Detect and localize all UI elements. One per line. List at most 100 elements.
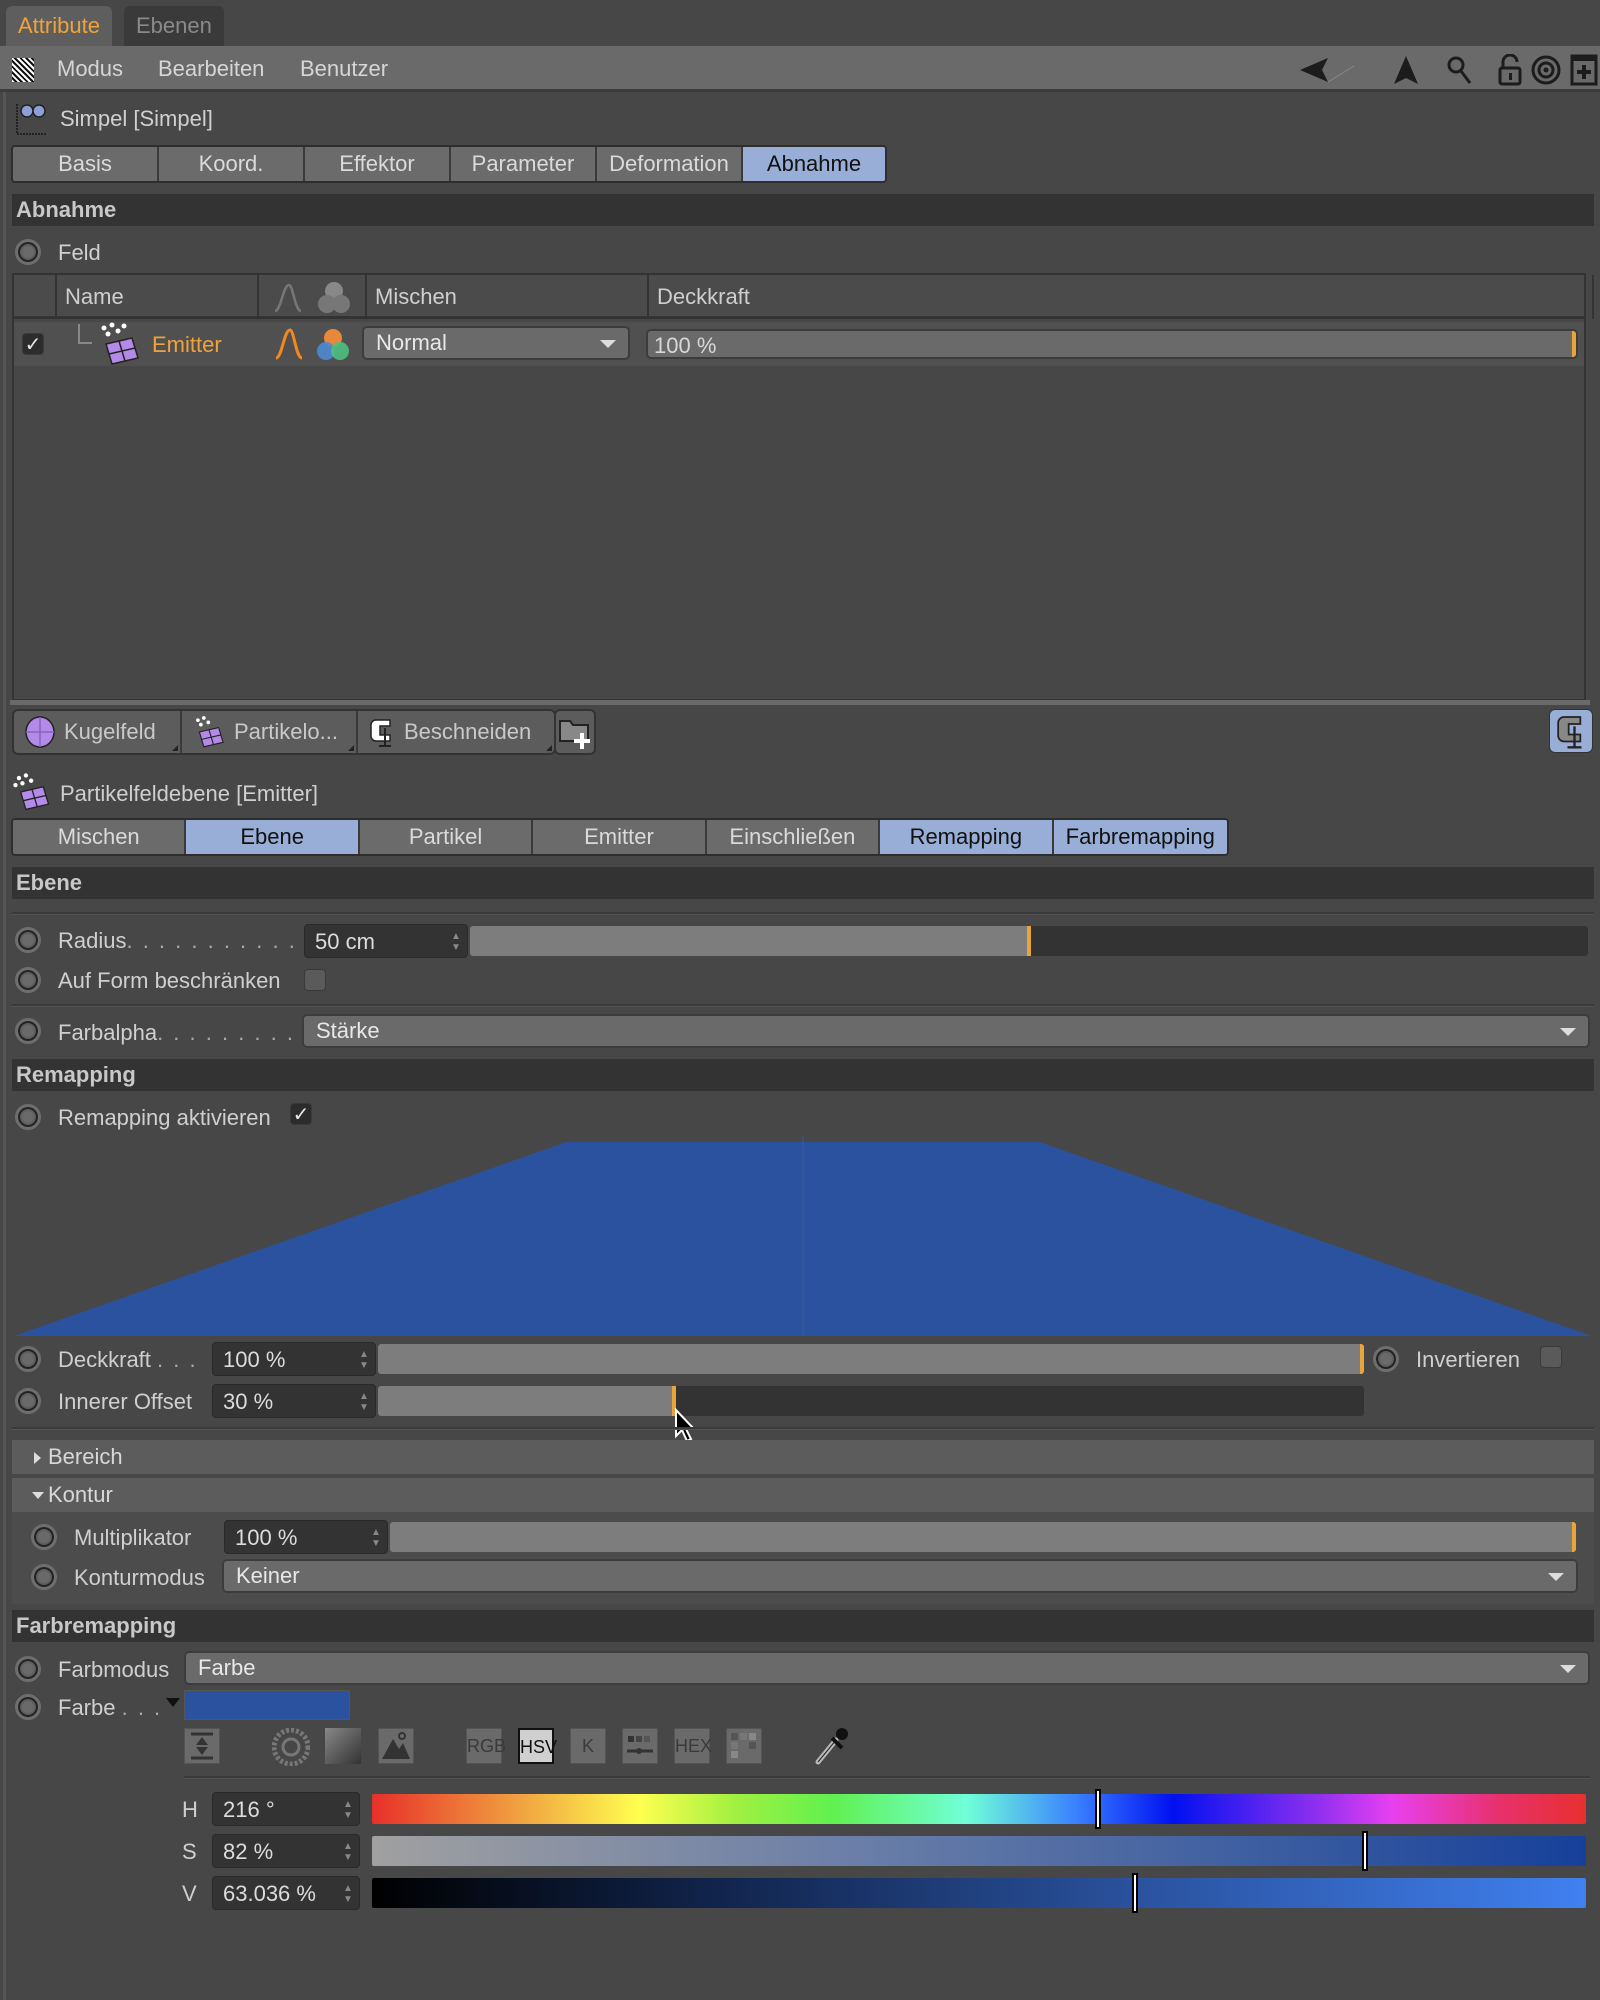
add-folder-button[interactable] (554, 709, 596, 755)
saturation-slider-marker[interactable] (1362, 1831, 1368, 1871)
mode-slider-button[interactable] (622, 1728, 658, 1764)
compact-toggle-button[interactable] (184, 1728, 220, 1764)
animate-radio[interactable] (15, 1018, 41, 1044)
field-list-row[interactable]: ✓ Emitter Normal 100 % (14, 322, 1584, 366)
search-icon[interactable] (1444, 54, 1476, 86)
mode-kelvin-button[interactable]: K (570, 1728, 606, 1764)
layer-partikelobjekt[interactable]: Partikelo... (182, 711, 358, 753)
menu-bearbeiten[interactable]: Bearbeiten (158, 46, 264, 92)
multiplikator-input[interactable]: 100 % ▲ ▼ (224, 1520, 388, 1554)
tab-abnahme[interactable]: Abnahme (743, 147, 885, 181)
konturmodus-dropdown[interactable]: Keiner (222, 1559, 1578, 1593)
animate-radio[interactable] (15, 239, 41, 265)
lock-icon[interactable] (1494, 54, 1526, 86)
color-swatch[interactable] (184, 1690, 350, 1720)
animate-radio[interactable] (15, 927, 41, 953)
innerer-offset-input[interactable]: 30 % ▲ ▼ (212, 1384, 376, 1418)
clamp-toggle-button[interactable] (1549, 709, 1593, 753)
farbmodus-dropdown[interactable]: Farbe (184, 1651, 1590, 1685)
new-panel-icon[interactable] (1570, 54, 1598, 86)
color-spectrum-button[interactable] (325, 1728, 361, 1764)
layer-beschneiden[interactable]: Beschneiden (358, 711, 554, 753)
tab-emitter[interactable]: Emitter (533, 820, 707, 854)
remapping-curve-graph[interactable] (14, 1136, 1592, 1336)
hue-slider[interactable] (372, 1789, 1586, 1829)
invertieren-checkbox[interactable] (1540, 1346, 1562, 1368)
tab-einschliessen[interactable]: Einschließen (706, 820, 881, 854)
mode-rgb-button[interactable]: RGB (466, 1728, 506, 1764)
value-slider-marker[interactable] (1132, 1873, 1138, 1913)
color-menu-arrow-icon[interactable] (166, 1698, 180, 1707)
auf-form-checkbox[interactable] (304, 969, 326, 991)
tab-deformation[interactable]: Deformation (597, 147, 743, 181)
spinner-icon[interactable]: ▲ ▼ (343, 1841, 353, 1863)
tab-farbremapping[interactable]: Farbremapping (1053, 820, 1227, 854)
hue-slider-marker[interactable] (1095, 1789, 1101, 1829)
row-enabled-checkbox[interactable]: ✓ (22, 333, 44, 356)
saturation-slider[interactable] (372, 1831, 1586, 1871)
blend-mode-dropdown[interactable]: Normal (362, 326, 630, 360)
hue-input[interactable]: 216 ° ▲ ▼ (212, 1792, 360, 1826)
grip-icon[interactable] (12, 58, 34, 82)
image-picker-button[interactable] (378, 1728, 414, 1764)
tab-basis[interactable]: Basis (13, 147, 159, 181)
back-arrow-icon[interactable] (1298, 54, 1358, 86)
animate-radio[interactable] (15, 1388, 41, 1414)
spinner-icon[interactable]: ▲ ▼ (371, 1527, 381, 1549)
animate-radio[interactable] (31, 1524, 57, 1550)
tab-mischen[interactable]: Mischen (13, 820, 187, 854)
deckkraft-input[interactable]: 100 % ▲ ▼ (212, 1342, 376, 1376)
animate-radio[interactable] (15, 1346, 41, 1372)
tab-attribute[interactable]: Attribute (6, 6, 112, 46)
tab-ebenen[interactable]: Ebenen (124, 6, 224, 46)
value-slider[interactable] (372, 1873, 1586, 1913)
tab-remapping[interactable]: Remapping (880, 820, 1054, 854)
opacity-slider[interactable]: 100 % (646, 329, 1578, 359)
mode-swatches-button[interactable] (726, 1728, 762, 1764)
animate-radio[interactable] (15, 1694, 41, 1720)
tab-effektor[interactable]: Effektor (305, 147, 451, 181)
col-deckkraft[interactable]: Deckkraft (649, 275, 1594, 319)
bereich-group-header[interactable]: Bereich (12, 1440, 1594, 1474)
deckkraft-slider-knob[interactable] (1360, 1344, 1364, 1374)
multiplikator-slider-knob[interactable] (1572, 1522, 1576, 1552)
splitter[interactable] (10, 700, 1590, 705)
farbalpha-dropdown[interactable]: Stärke (302, 1014, 1590, 1048)
col-name[interactable]: Name (57, 275, 259, 319)
radius-slider[interactable] (470, 926, 1588, 956)
menu-modus[interactable]: Modus (57, 46, 123, 92)
spinner-icon[interactable]: ▲ ▼ (343, 1883, 353, 1905)
spinner-icon[interactable]: ▲ ▼ (359, 1391, 369, 1413)
animate-radio[interactable] (31, 1564, 57, 1590)
radius-input[interactable]: 50 cm ▲ ▼ (304, 924, 468, 958)
innerer-offset-slider[interactable] (378, 1386, 1364, 1416)
menu-benutzer[interactable]: Benutzer (300, 46, 388, 92)
layer-kugelfeld[interactable]: Kugelfeld (14, 711, 182, 753)
target-icon[interactable] (1530, 54, 1562, 86)
spinner-icon[interactable]: ▲ ▼ (451, 931, 461, 953)
kontur-group-header[interactable]: Kontur (12, 1478, 1594, 1512)
tab-koord[interactable]: Koord. (159, 147, 305, 181)
animate-radio[interactable] (1373, 1346, 1399, 1372)
saturation-input[interactable]: 82 % ▲ ▼ (212, 1834, 360, 1868)
col-mischen[interactable]: Mischen (367, 275, 649, 319)
remapping-activate-checkbox[interactable]: ✓ (290, 1103, 312, 1126)
opacity-slider-knob[interactable] (1572, 331, 1576, 357)
spinner-icon[interactable]: ▲ ▼ (359, 1349, 369, 1371)
mode-hex-button[interactable]: HEX (674, 1728, 712, 1764)
deckkraft-slider[interactable] (378, 1344, 1364, 1374)
spinner-icon[interactable]: ▲ ▼ (343, 1799, 353, 1821)
radius-slider-knob[interactable] (1027, 926, 1031, 956)
animate-radio[interactable] (15, 1656, 41, 1682)
curve-icon-active[interactable] (274, 328, 304, 360)
up-arrow-icon[interactable] (1390, 54, 1422, 86)
value-input[interactable]: 63.036 % ▲ ▼ (212, 1876, 360, 1910)
animate-radio[interactable] (15, 967, 41, 993)
tab-parameter[interactable]: Parameter (451, 147, 597, 181)
mode-hsv-button[interactable]: HSV (518, 1728, 557, 1764)
multiplikator-slider[interactable] (390, 1522, 1576, 1552)
color-blend-icon-active[interactable] (314, 326, 352, 364)
color-wheel-icon[interactable] (272, 1728, 310, 1766)
tab-ebene[interactable]: Ebene (186, 820, 360, 854)
animate-radio[interactable] (15, 1104, 41, 1130)
